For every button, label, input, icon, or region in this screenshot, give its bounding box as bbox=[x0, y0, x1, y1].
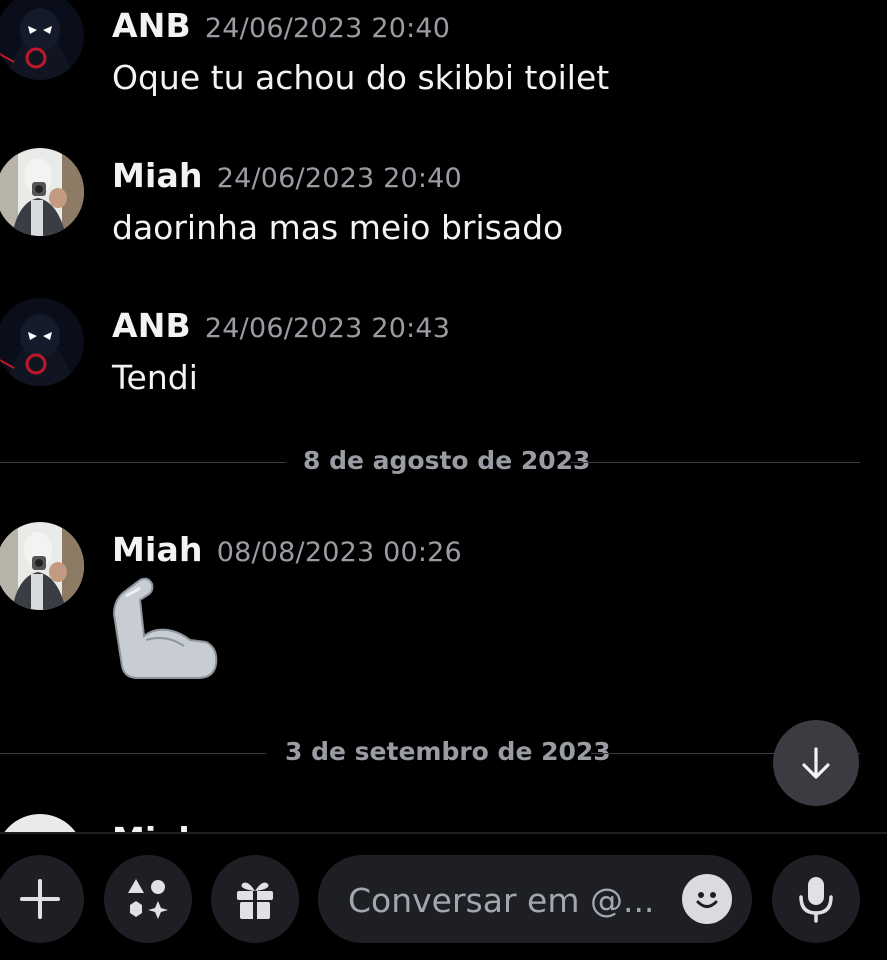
message-timestamp: 24/06/2023 20:43 bbox=[204, 313, 451, 344]
microphone-icon bbox=[799, 877, 833, 923]
date-divider: 3 de setembro de 2023 bbox=[0, 737, 860, 766]
avatar-anb[interactable] bbox=[0, 0, 84, 80]
message-timestamp: 08/08/2023 00:26 bbox=[216, 537, 462, 568]
apps-icon bbox=[128, 879, 168, 919]
message-text: Oque tu achou do skibbi toilet bbox=[112, 58, 610, 97]
message-timestamp: 24/06/2023 20:40 bbox=[204, 13, 451, 44]
composer-separator bbox=[0, 832, 887, 834]
avatar-miah bbox=[0, 814, 84, 832]
arrow-down-icon bbox=[802, 747, 830, 779]
message-author[interactable]: ANB 24/06/2023 20:43 bbox=[112, 306, 450, 345]
message-timestamp: 24/06/2023 20:40 bbox=[216, 163, 462, 194]
attach-button[interactable] bbox=[0, 855, 84, 943]
message-input[interactable] bbox=[346, 875, 680, 925]
message-author[interactable]: Miah 24/06/2023 20:40 bbox=[112, 156, 462, 195]
message-composer[interactable] bbox=[318, 855, 752, 943]
smile-icon bbox=[696, 892, 718, 908]
message-author[interactable]: ANB 24/06/2023 20:40 bbox=[112, 6, 450, 45]
emoji-button[interactable] bbox=[682, 874, 732, 924]
date-divider-label: 8 de agosto de 2023 bbox=[303, 446, 591, 475]
avatar-miah[interactable] bbox=[0, 148, 84, 236]
message-text: Tendi bbox=[112, 358, 198, 397]
avatar-anb[interactable] bbox=[0, 298, 84, 386]
jump-to-latest-button[interactable] bbox=[773, 720, 859, 806]
gift-button[interactable] bbox=[211, 855, 299, 943]
avatar-miah[interactable] bbox=[0, 522, 84, 610]
voice-button[interactable] bbox=[772, 855, 860, 943]
message-author[interactable]: Miah 08/08/2023 00:26 bbox=[112, 530, 462, 569]
gift-icon bbox=[237, 882, 273, 919]
date-divider: 8 de agosto de 2023 bbox=[0, 446, 860, 475]
message-text: daorinha mas meio brisado bbox=[112, 208, 564, 247]
apps-button[interactable] bbox=[104, 855, 192, 943]
plus-icon bbox=[20, 879, 60, 919]
partial-message: Miah bbox=[0, 808, 887, 832]
message-author: Miah bbox=[112, 820, 202, 832]
flexed-biceps-icon[interactable] bbox=[110, 574, 220, 684]
date-divider-label: 3 de setembro de 2023 bbox=[285, 737, 611, 766]
